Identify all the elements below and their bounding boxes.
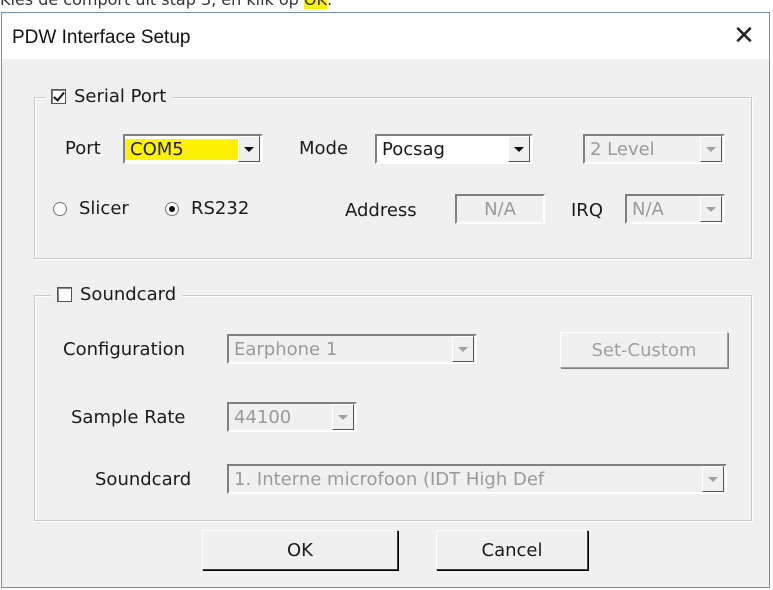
caption-highlight: OK	[303, 0, 327, 9]
chevron-down-icon[interactable]	[700, 196, 722, 222]
level-select[interactable]: 2 Level	[583, 134, 725, 164]
address-label: Address	[345, 200, 417, 221]
slicer-label: Slicer	[79, 198, 129, 219]
soundcard-device-value: 1. Interne microfoon (IDT High Def	[234, 468, 545, 490]
serial-port-legend: Serial Port	[45, 84, 173, 108]
mode-select[interactable]: Pocsag	[375, 134, 533, 164]
pdw-interface-setup-dialog: PDW Interface Setup ✕ Serial Port Port C…	[1, 12, 770, 588]
configuration-value: Earphone 1	[234, 338, 338, 360]
soundcard-checkbox[interactable]	[57, 286, 72, 302]
mode-label: Mode	[299, 138, 349, 159]
caption-text: Kies de comport uit stap 3, en klik op	[0, 0, 304, 9]
sample-rate-label: Sample Rate	[71, 407, 186, 428]
irq-select[interactable]: N/A	[625, 194, 725, 224]
rs232-label: RS232	[191, 198, 250, 219]
level-value: 2 Level	[590, 138, 655, 160]
mode-value: Pocsag	[382, 138, 445, 160]
slicer-option[interactable]: Slicer	[53, 198, 129, 219]
soundcard-legend: Soundcard	[51, 282, 183, 306]
serial-port-label: Serial Port	[74, 85, 167, 107]
configuration-select[interactable]: Earphone 1	[227, 334, 477, 364]
soundcard-device-label: Soundcard	[95, 469, 192, 490]
address-field[interactable]: N/A	[455, 194, 545, 224]
title-bar: PDW Interface Setup ✕	[2, 13, 769, 59]
cancel-button[interactable]: Cancel	[436, 530, 588, 570]
soundcard-legend-label: Soundcard	[80, 283, 177, 305]
serial-port-checkbox[interactable]	[51, 88, 66, 104]
port-label: Port	[65, 138, 101, 159]
instruction-caption: Kies de comport uit stap 3, en klik op O…	[0, 0, 332, 10]
port-value: COM5	[125, 138, 238, 160]
port-select[interactable]: COM5	[123, 134, 263, 164]
soundcard-group: Soundcard Configuration Earphone 1 Set-C…	[34, 282, 752, 521]
soundcard-device-select[interactable]: 1. Interne microfoon (IDT High Def	[227, 464, 727, 494]
chevron-down-icon[interactable]	[452, 336, 474, 362]
chevron-down-icon[interactable]	[700, 136, 722, 162]
rs232-radio[interactable]	[165, 201, 179, 216]
chevron-down-icon[interactable]	[332, 404, 354, 430]
sample-rate-value: 44100	[234, 406, 292, 428]
configuration-label: Configuration	[63, 339, 186, 360]
caption-suffix: .	[327, 0, 332, 9]
ok-button[interactable]: OK	[202, 530, 398, 570]
irq-label: IRQ	[571, 200, 603, 221]
set-custom-button[interactable]: Set-Custom	[560, 332, 728, 368]
window-title: PDW Interface Setup	[12, 27, 191, 48]
chevron-down-icon[interactable]	[508, 136, 530, 162]
chevron-down-icon[interactable]	[702, 466, 724, 492]
irq-value: N/A	[632, 198, 664, 220]
slicer-radio[interactable]	[53, 201, 67, 216]
serial-port-group: Serial Port Port COM5 Mode Pocsag 2 Leve…	[34, 84, 752, 259]
sample-rate-select[interactable]: 44100	[227, 402, 357, 432]
chevron-down-icon[interactable]	[238, 136, 260, 162]
close-icon[interactable]: ✕	[725, 19, 763, 53]
rs232-option[interactable]: RS232	[165, 198, 249, 219]
